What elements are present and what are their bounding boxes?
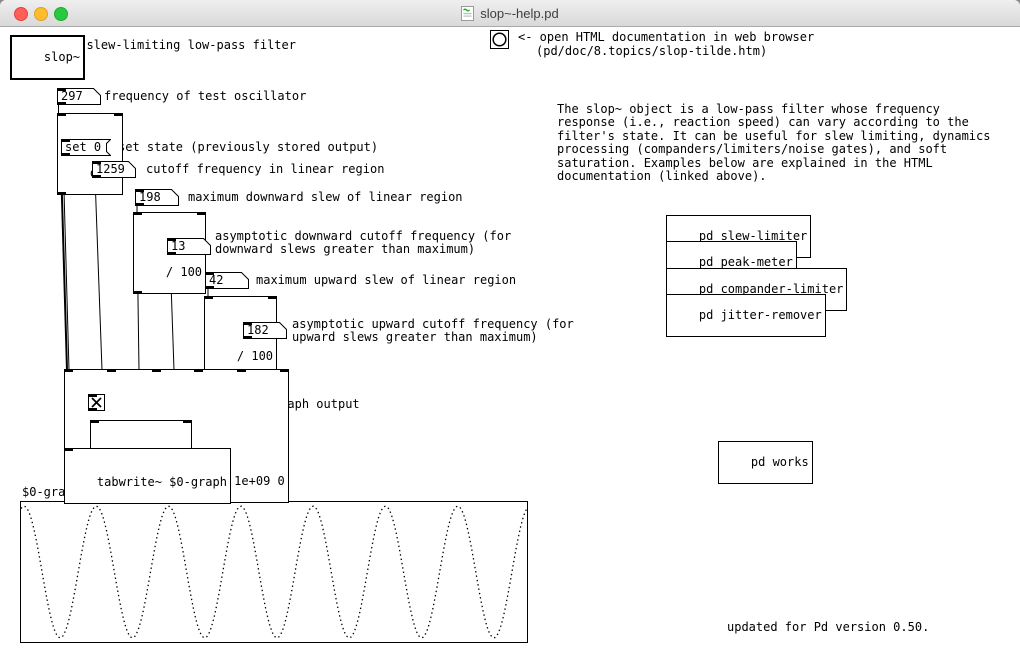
graph-wave xyxy=(21,502,527,642)
number-value: 182 xyxy=(247,324,269,337)
graph-canvas xyxy=(20,501,528,643)
comment-open-docs: <- open HTML documentation in web browse… xyxy=(518,31,814,44)
comment-cutoff: cutoff frequency in linear region xyxy=(146,163,384,176)
pd-patch-window: slop~-help.pd slop~ - slew-limiting low-… xyxy=(0,0,1020,664)
number-box-cutoff[interactable]: 1259 xyxy=(92,161,136,178)
inlet-nub xyxy=(133,212,142,215)
object-tabwrite: tabwrite~ $0-graph xyxy=(64,448,231,504)
inlet-nub xyxy=(197,212,206,215)
bang-open-docs[interactable] xyxy=(490,30,509,49)
inlet-nub xyxy=(57,113,66,116)
bang-circle-icon xyxy=(491,31,508,48)
comment-up-slew: maximum upward slew of linear region xyxy=(256,274,516,287)
number-box-up-slew[interactable]: 42 xyxy=(205,272,249,289)
comment-down-slew: maximum downward slew of linear region xyxy=(188,191,463,204)
object-label: tabwrite~ $0-graph xyxy=(97,475,227,489)
comment-frequency: frequency of test oscillator xyxy=(104,90,306,103)
inlet-nub xyxy=(64,448,73,451)
inlet-nub xyxy=(194,369,203,372)
subpatch-jitter-remover[interactable]: pd jitter-remover xyxy=(666,294,826,337)
message-label: set 0 xyxy=(65,141,101,154)
inlet-nub xyxy=(237,369,246,372)
inlet-nub xyxy=(88,394,97,397)
comment-up-asymptote: asymptotic upward cutoff frequency (for … xyxy=(292,318,574,345)
footer-version-note: updated for Pd version 0.50. xyxy=(727,621,929,634)
number-value: 198 xyxy=(139,191,161,204)
number-box-down-slew[interactable]: 198 xyxy=(135,189,179,206)
subpatch-label: pd jitter-remover xyxy=(699,308,822,322)
subpatch-label: pd works xyxy=(751,455,809,469)
inlet-nub xyxy=(204,296,213,299)
object-label: / 100 xyxy=(237,349,273,363)
comment-header: - slew-limiting low-pass filter xyxy=(72,39,296,52)
description-text: The slop~ object is a low-pass filter wh… xyxy=(557,103,990,183)
inlet-nub xyxy=(114,113,123,116)
object-slop-header: slop~ xyxy=(10,35,85,80)
number-value: 297 xyxy=(61,90,83,103)
number-box-up-asymptote[interactable]: 182 xyxy=(243,322,287,339)
object-label: / 100 xyxy=(166,265,202,279)
inlet-nub xyxy=(280,369,289,372)
comment-down-asymptote: asymptotic downward cutoff frequency (fo… xyxy=(215,230,511,257)
outlet-nub xyxy=(133,291,142,294)
inlet-nub xyxy=(107,369,116,372)
outlet-nub xyxy=(57,192,66,195)
subpatch-label: pd peak-meter xyxy=(699,255,793,269)
comment-doc-path: (pd/doc/8.topics/slop-tilde.htm) xyxy=(536,45,767,58)
comment-set-state: set state (previously stored output) xyxy=(118,141,378,154)
number-box-frequency[interactable]: 297 xyxy=(57,88,101,105)
number-box-down-asymptote[interactable]: 13 xyxy=(167,238,211,255)
subpatch-works[interactable]: pd works xyxy=(718,441,813,484)
patch-cord xyxy=(95,177,102,370)
number-value: 42 xyxy=(209,274,223,287)
toggle-metronome[interactable] xyxy=(88,394,105,411)
number-value: 1259 xyxy=(96,163,125,176)
inlet-nub xyxy=(268,296,277,299)
message-set-state[interactable]: set 0 xyxy=(61,139,111,156)
inlet-nub xyxy=(152,369,161,372)
inlet-nub xyxy=(90,420,99,423)
outlet-nub xyxy=(88,408,97,411)
inlet-nub xyxy=(183,420,192,423)
object-label: slop~ xyxy=(44,50,80,64)
number-value: 13 xyxy=(171,240,185,253)
inlet-nub xyxy=(64,369,73,372)
